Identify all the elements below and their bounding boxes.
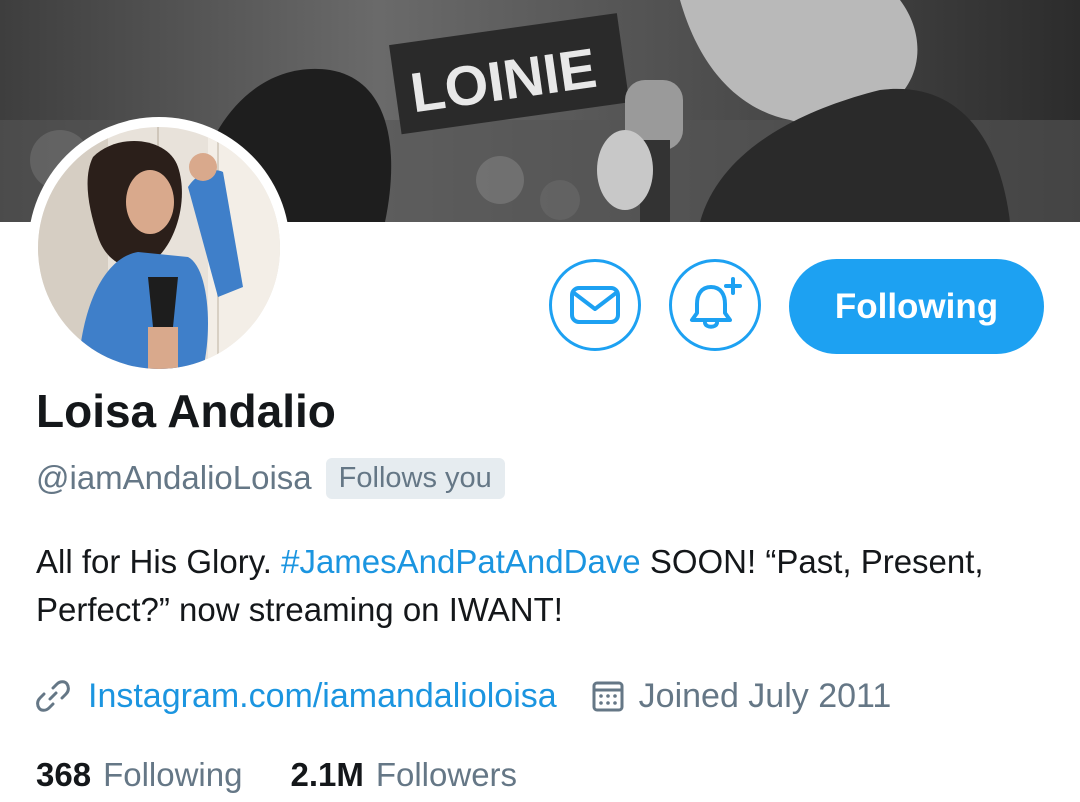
follow-stats: 368 Following 2.1M Followers: [36, 756, 517, 794]
following-label: Following: [103, 756, 243, 793]
joined-date: Joined July 2011: [638, 676, 892, 715]
notifications-button[interactable]: [669, 259, 761, 351]
profile-avatar[interactable]: [28, 117, 290, 379]
following-button[interactable]: Following: [789, 259, 1044, 354]
followers-stat[interactable]: 2.1M Followers: [290, 756, 517, 794]
followers-label: Followers: [375, 756, 518, 793]
follows-you-badge: Follows you: [325, 457, 505, 499]
followers-count: 2.1M: [290, 756, 364, 793]
calendar-icon: [591, 679, 625, 713]
bio-hashtag-link[interactable]: #JamesAndPatAndDave: [281, 543, 641, 580]
following-stat[interactable]: 368 Following: [36, 756, 242, 794]
profile-meta: Instagram.com/iamandalioloisa Joined Jul…: [36, 668, 891, 724]
link-icon: [36, 679, 70, 713]
avatar-photo: [38, 127, 280, 369]
profile-bio: All for His Glory. #JamesAndPatAndDave S…: [36, 538, 1046, 634]
user-handle: @iamAndalioLoisa: [36, 459, 312, 496]
handle-row: @iamAndalioLoisa Follows you: [36, 455, 505, 501]
display-name: Loisa Andalio: [36, 385, 336, 437]
bio-text-start: All for His Glory.: [36, 543, 282, 580]
message-button[interactable]: [549, 259, 641, 351]
profile-page: LOINIE Following Loisa Andalio @iamAndal…: [0, 0, 1080, 802]
envelope-icon: [570, 286, 620, 324]
bell-plus-icon: [690, 277, 742, 329]
website-link[interactable]: Instagram.com/iamandalioloisa: [88, 677, 557, 716]
following-count: 368: [36, 756, 92, 793]
